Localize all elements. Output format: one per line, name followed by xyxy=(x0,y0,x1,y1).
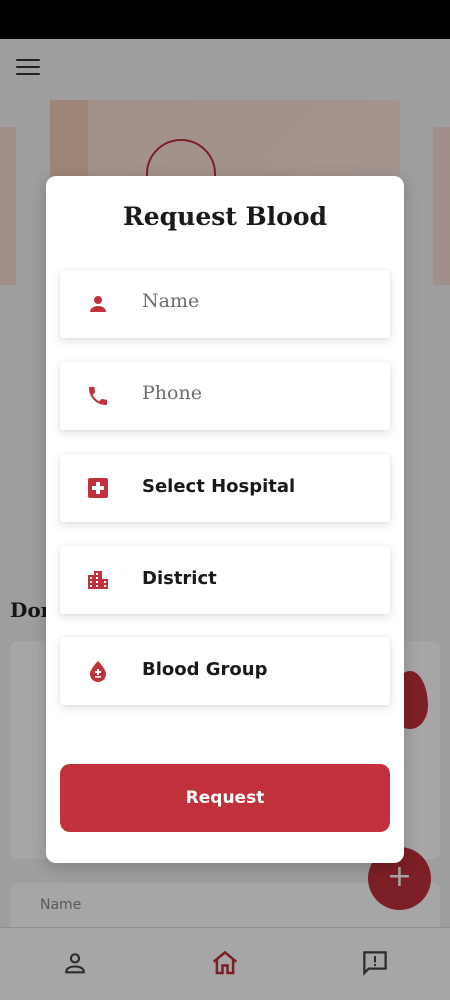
phone-icon xyxy=(89,387,107,405)
status-bar xyxy=(0,0,450,39)
name-input[interactable]: Name xyxy=(60,270,390,338)
blood-group-value: Blood Group xyxy=(142,659,268,680)
phone-placeholder: Phone xyxy=(142,382,202,404)
hospital-select[interactable]: Select Hospital xyxy=(60,454,390,522)
district-select[interactable]: District xyxy=(60,546,390,614)
district-value: District xyxy=(142,568,217,589)
city-icon xyxy=(88,571,108,589)
request-button[interactable]: Request xyxy=(60,764,390,832)
name-placeholder: Name xyxy=(142,290,200,312)
phone-input[interactable]: Phone xyxy=(60,362,390,430)
person-icon xyxy=(90,296,106,312)
blood-group-select[interactable]: Blood Group xyxy=(60,637,390,705)
hospital-icon xyxy=(88,478,108,498)
request-blood-dialog: Request Blood Name Phone Select Hospital xyxy=(46,176,404,863)
dialog-title: Request Blood xyxy=(122,202,328,231)
blood-drop-icon xyxy=(90,661,106,682)
hospital-value: Select Hospital xyxy=(142,476,296,497)
